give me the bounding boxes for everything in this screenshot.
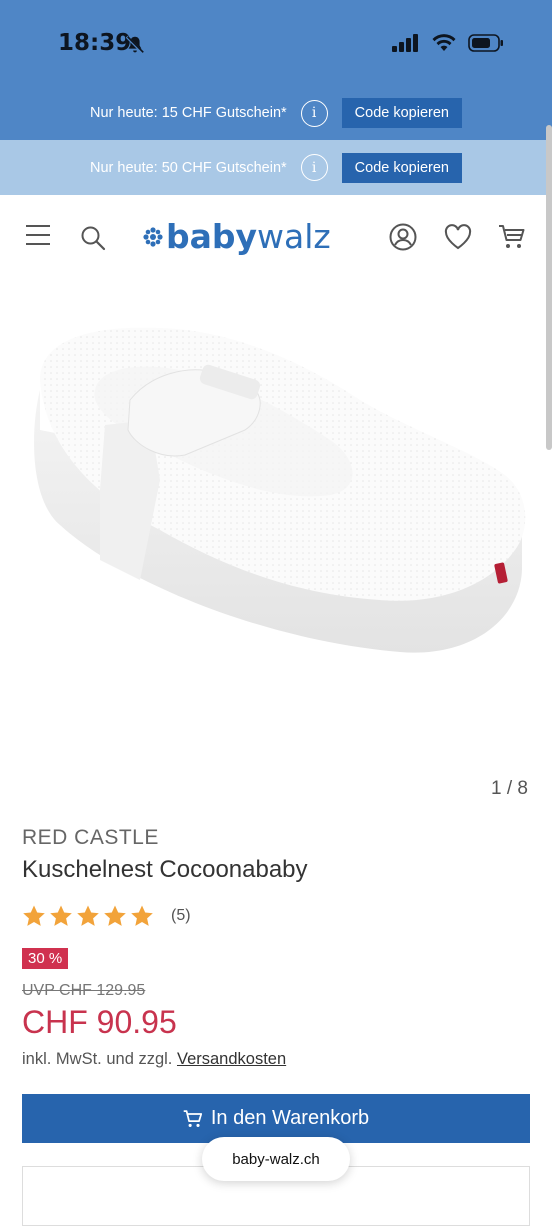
babywalz-logo[interactable]: babywalz	[142, 217, 331, 256]
product-image[interactable]	[0, 280, 552, 770]
promo-text: Nur heute: 15 CHF Gutschein*	[90, 105, 287, 121]
tax-text: inkl. MwSt. und zzgl.	[22, 1050, 177, 1068]
info-icon[interactable]: i	[300, 99, 328, 127]
original-price: UVP CHF 129.95	[22, 982, 146, 999]
discount-badge: 30 %	[22, 948, 69, 969]
promo-bar-1: Nur heute: 15 CHF Gutschein* i Code kopi…	[0, 86, 552, 140]
promo-bar-2: Nur heute: 50 CHF Gutschein* i Code kopi…	[0, 140, 552, 195]
info-icon[interactable]: i	[300, 154, 328, 181]
current-price: CHF 90.95	[22, 1004, 177, 1040]
copy-code-button[interactable]: Code kopieren	[341, 152, 462, 183]
star-icon	[131, 905, 153, 926]
signal-icon	[392, 34, 418, 52]
product-title: Kuschelnest Cocoonababy	[22, 856, 308, 883]
account-icon[interactable]	[389, 223, 417, 251]
cart-icon	[183, 1109, 202, 1127]
rating-count: (5)	[171, 907, 191, 924]
wifi-icon	[432, 34, 456, 51]
logo-text: babywalz	[166, 217, 331, 256]
image-counter: 1 / 8	[491, 778, 528, 799]
flower-logo-icon	[143, 226, 163, 247]
status-bar: 18:39	[0, 0, 552, 86]
star-icon	[23, 905, 45, 926]
add-to-cart-label: In den Warenkorb	[210, 1107, 370, 1129]
status-icons	[392, 34, 504, 52]
shipping-costs-link[interactable]: Versandkosten	[177, 1050, 286, 1068]
site-header: babywalz	[0, 195, 552, 279]
product-brand[interactable]: RED CASTLE	[22, 826, 159, 850]
star-icon	[104, 905, 126, 926]
browser-url-bar[interactable]: baby-walz.ch	[202, 1137, 350, 1181]
star-icon	[50, 905, 72, 926]
search-icon[interactable]	[80, 225, 106, 251]
copy-code-button[interactable]: Code kopieren	[341, 98, 462, 128]
scrollbar[interactable]	[546, 125, 552, 450]
menu-icon[interactable]	[26, 225, 50, 252]
cart-icon[interactable]	[498, 223, 526, 251]
star-icon	[77, 905, 99, 926]
status-time: 18:39	[58, 30, 132, 56]
product-rating[interactable]: (5)	[22, 904, 191, 928]
promo-text: Nur heute: 50 CHF Gutschein*	[90, 159, 287, 176]
bell-muted-icon	[125, 35, 145, 55]
heart-icon[interactable]	[444, 223, 472, 251]
battery-icon	[468, 34, 503, 52]
add-to-cart-button[interactable]: In den Warenkorb	[22, 1094, 530, 1143]
tax-info: inkl. MwSt. und zzgl. Versandkosten	[22, 1050, 286, 1069]
